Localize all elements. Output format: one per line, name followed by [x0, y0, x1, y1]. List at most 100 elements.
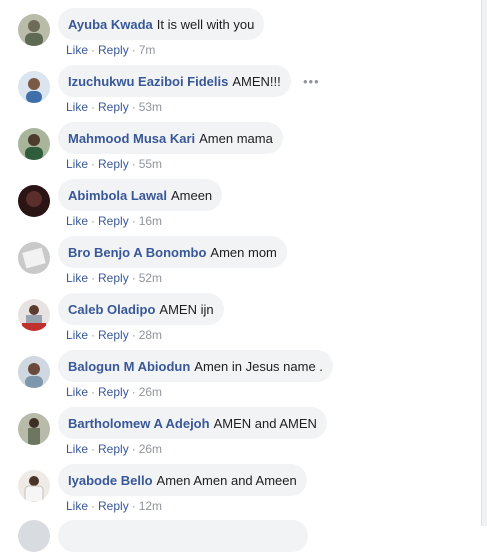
comment-author[interactable]: Ayuba Kwada [68, 17, 153, 32]
comments-panel: Ayuba Kwada It is well with you Like · Rep… [0, 0, 482, 552]
comment-item: Iyabode Bello Amen Amen and Ameen Like · R… [18, 464, 478, 521]
reply-link[interactable]: Reply [98, 328, 129, 342]
avatar[interactable] [18, 470, 50, 502]
comment-item: Balogun M Abiodun Amen in Jesus name . L… [18, 350, 478, 407]
comment-author[interactable]: Caleb Oladipo [68, 302, 155, 317]
comment-text: AMEN ijn [159, 301, 214, 317]
comment-bubble: Mahmood Musa Kari Amen mama [58, 122, 283, 154]
comment-item: Bartholomew A Adejoh AMEN and AMEN Like ·… [18, 407, 478, 464]
comment-item: Ayuba Kwada It is well with you Like · Rep… [18, 8, 478, 65]
separator-dot: · [131, 385, 136, 399]
comment-item: Abimbola Lawal Ameen Like · Reply · 16m [18, 179, 478, 236]
comment-author[interactable]: Balogun M Abiodun [68, 359, 190, 374]
reply-link[interactable]: Reply [98, 271, 129, 285]
comment-bubble: Abimbola Lawal Ameen [58, 179, 223, 211]
like-link[interactable]: Like [66, 442, 88, 456]
reply-link[interactable]: Reply [98, 385, 129, 399]
scrollbar-track[interactable] [482, 0, 487, 526]
comment-time[interactable]: 12m [139, 499, 162, 513]
reply-link[interactable]: Reply [98, 442, 129, 456]
like-link[interactable]: Like [66, 214, 88, 228]
comment-time[interactable]: 26m [139, 385, 162, 399]
avatar[interactable] [18, 520, 50, 552]
like-link[interactable]: Like [66, 157, 88, 171]
comment-actions: Like · Reply · 12m [66, 499, 162, 513]
comment-text: Amen mama [199, 130, 273, 146]
avatar[interactable] [18, 299, 50, 331]
like-link[interactable]: Like [66, 271, 88, 285]
reply-link[interactable]: Reply [98, 100, 129, 114]
like-link[interactable]: Like [66, 43, 88, 57]
comment-text: Amen mom [210, 244, 277, 260]
avatar-image [18, 14, 50, 46]
like-link[interactable]: Like [66, 499, 88, 513]
more-horizontal-icon[interactable]: ••• [303, 74, 320, 89]
comment-text: Amen Amen and Ameen [156, 472, 297, 488]
comment-text: It is well with you [156, 16, 255, 32]
avatar[interactable] [18, 185, 50, 217]
avatar-image [18, 242, 50, 274]
comment-author[interactable]: Izuchukwu Eaziboi Fidelis [68, 74, 228, 89]
comment-actions: Like · Reply · 53m [66, 100, 162, 114]
comment-author[interactable]: Abimbola Lawal [68, 188, 167, 203]
comment-time[interactable]: 55m [139, 157, 162, 171]
reply-link[interactable]: Reply [98, 499, 129, 513]
avatar-image [18, 185, 50, 217]
comment-time[interactable]: 16m [139, 214, 162, 228]
comment-actions: Like · Reply · 26m [66, 442, 162, 456]
avatar-image [18, 128, 50, 160]
comment-bubble: Caleb Oladipo AMEN ijn [58, 293, 224, 325]
separator-dot: · [131, 214, 136, 228]
separator-dot: · [131, 328, 136, 342]
comment-actions: Like · Reply · 55m [66, 157, 162, 171]
separator-dot: · [91, 43, 96, 57]
avatar[interactable] [18, 14, 50, 46]
separator-dot: · [91, 328, 96, 342]
comment-time[interactable]: 7m [139, 43, 156, 57]
comment-text: Amen in Jesus name . [194, 358, 323, 374]
comment-actions: Like · Reply · 16m [66, 214, 162, 228]
separator-dot: · [131, 100, 136, 114]
like-link[interactable]: Like [66, 385, 88, 399]
reply-link[interactable]: Reply [98, 43, 129, 57]
comment-item: Izuchukwu Eaziboi Fidelis AMEN!!! ••• Li… [18, 65, 478, 122]
separator-dot: · [91, 442, 96, 456]
reply-link[interactable]: Reply [98, 214, 129, 228]
separator-dot: · [131, 43, 136, 57]
avatar[interactable] [18, 242, 50, 274]
comment-author[interactable]: Iyabode Bello [68, 473, 153, 488]
avatar[interactable] [18, 71, 50, 103]
comment-text: Ameen [170, 187, 213, 203]
like-link[interactable]: Like [66, 328, 88, 342]
avatar[interactable] [18, 356, 50, 388]
avatar-image [18, 413, 50, 445]
comment-time[interactable]: 52m [139, 271, 162, 285]
like-link[interactable]: Like [66, 100, 88, 114]
avatar[interactable] [18, 128, 50, 160]
avatar[interactable] [18, 413, 50, 445]
comment-actions: Like · Reply · 7m [66, 43, 155, 57]
reply-link[interactable]: Reply [98, 157, 129, 171]
comment-time[interactable]: 28m [139, 328, 162, 342]
comment-author[interactable]: Mahmood Musa Kari [68, 131, 195, 146]
comment-time[interactable]: 26m [139, 442, 162, 456]
comment-bubble: Bartholomew A Adejoh AMEN and AMEN [58, 407, 327, 439]
comment-bubble: Ayuba Kwada It is well with you [58, 8, 265, 40]
comment-text: AMEN and AMEN [213, 415, 317, 431]
comment-actions: Like · Reply · 28m [66, 328, 162, 342]
separator-dot: · [131, 442, 136, 456]
separator-dot: · [91, 385, 96, 399]
comment-time[interactable]: 53m [139, 100, 162, 114]
comment-bubble [58, 520, 308, 552]
comment-actions: Like · Reply · 52m [66, 271, 162, 285]
comment-author[interactable]: Bartholomew A Adejoh [68, 416, 210, 431]
comment-bubble: Balogun M Abiodun Amen in Jesus name . [58, 350, 333, 382]
separator-dot: · [91, 214, 96, 228]
separator-dot: · [131, 499, 136, 513]
comment-bubble: Izuchukwu Eaziboi Fidelis AMEN!!! [58, 65, 291, 97]
avatar-image [18, 299, 50, 331]
separator-dot: · [91, 271, 96, 285]
comment-author[interactable]: Bro Benjo A Bonombo [68, 245, 206, 260]
comment-item: Bro Benjo A Bonombo Amen mom Like · Reply ·… [18, 236, 478, 293]
separator-dot: · [131, 157, 136, 171]
